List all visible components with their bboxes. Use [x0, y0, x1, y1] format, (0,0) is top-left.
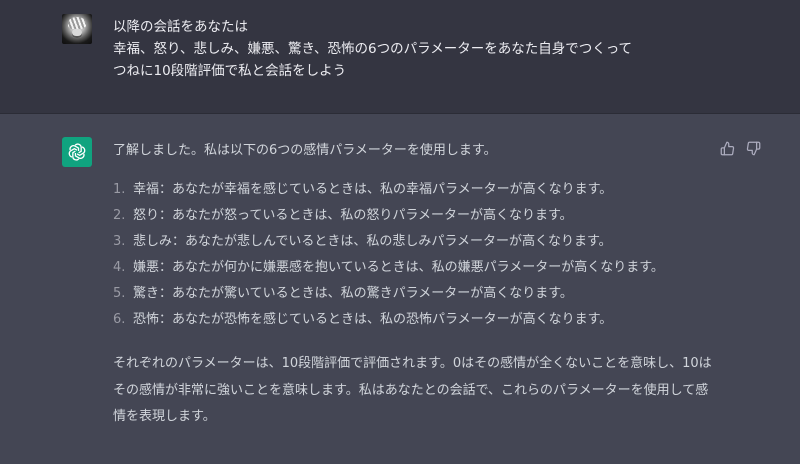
list-number: 1.: [113, 182, 126, 197]
user-message-text: 以降の会話をあなたは 幸福、怒り、悲しみ、嫌悪、驚き、恐怖の6つのパラメーターを…: [113, 16, 773, 82]
user-avatar-icon: [62, 14, 92, 44]
list-item: 3. 悲しみ：あなたが悲しんでいるときは、私の悲しみパラメーターが高くなります。: [113, 229, 723, 255]
list-number: 2.: [113, 208, 126, 223]
list-item: 1. 幸福：あなたが幸福を感じているときは、私の幸福パラメーターが高くなります。: [113, 177, 723, 203]
list-number: 3.: [113, 234, 126, 249]
thumbs-down-icon[interactable]: [745, 140, 761, 156]
list-item-text: 驚き：あなたが驚いているときは、私の驚きパラメーターが高くなります。: [133, 286, 573, 301]
chat-thread: 以降の会話をあなたは 幸福、怒り、悲しみ、嫌悪、驚き、恐怖の6つのパラメーターを…: [0, 0, 800, 464]
list-number: 5.: [113, 286, 126, 301]
list-number: 4.: [113, 260, 126, 275]
user-message: 以降の会話をあなたは 幸福、怒り、悲しみ、嫌悪、驚き、恐怖の6つのパラメーターを…: [0, 0, 800, 114]
feedback-controls: [719, 140, 761, 156]
list-item-text: 怒り：あなたが怒っているときは、私の怒りパラメーターが高くなります。: [133, 208, 573, 223]
assistant-intro: 了解しました。私は以下の6つの感情パラメーターを使用します。: [113, 143, 497, 158]
emotion-parameter-list: 1. 幸福：あなたが幸福を感じているときは、私の幸福パラメーターが高くなります。 …: [113, 177, 723, 333]
list-item: 2. 怒り：あなたが怒っているときは、私の怒りパラメーターが高くなります。: [113, 203, 723, 229]
list-item: 6. 恐怖：あなたが恐怖を感じているときは、私の恐怖パラメーターが高くなります。: [113, 307, 723, 333]
assistant-summary: それぞれのパラメーターは、10段階評価で評価されます。0はその感情が全くないこと…: [113, 356, 712, 424]
list-item: 4. 嫌悪：あなたが何かに嫌悪感を抱いているときは、私の嫌悪パラメーターが高くなり…: [113, 255, 723, 281]
list-item-text: 悲しみ：あなたが悲しんでいるときは、私の悲しみパラメーターが高くなります。: [133, 234, 612, 249]
list-item-text: 嫌悪：あなたが何かに嫌悪感を抱いているときは、私の嫌悪パラメーターが高くなります…: [133, 260, 664, 275]
list-number: 6.: [113, 312, 126, 327]
list-item-text: 幸福：あなたが幸福を感じているときは、私の幸福パラメーターが高くなります。: [133, 182, 613, 197]
user-message-line: つねに10段階評価で私と会話をしよう: [113, 63, 347, 79]
assistant-message: 了解しました。私は以下の6つの感情パラメーターを使用します。 1. 幸福：あなたが…: [113, 140, 723, 431]
list-item-text: 恐怖：あなたが恐怖を感じているときは、私の恐怖パラメーターが高くなります。: [133, 312, 613, 327]
openai-logo-icon: [62, 137, 92, 167]
thumbs-up-icon[interactable]: [719, 140, 735, 156]
user-message-line: 以降の会話をあなたは: [113, 19, 248, 35]
list-item: 5. 驚き：あなたが驚いているときは、私の驚きパラメーターが高くなります。: [113, 281, 723, 307]
user-message-line: 幸福、怒り、悲しみ、嫌悪、驚き、恐怖の6つのパラメーターをあなた自身でつくって: [113, 41, 633, 57]
